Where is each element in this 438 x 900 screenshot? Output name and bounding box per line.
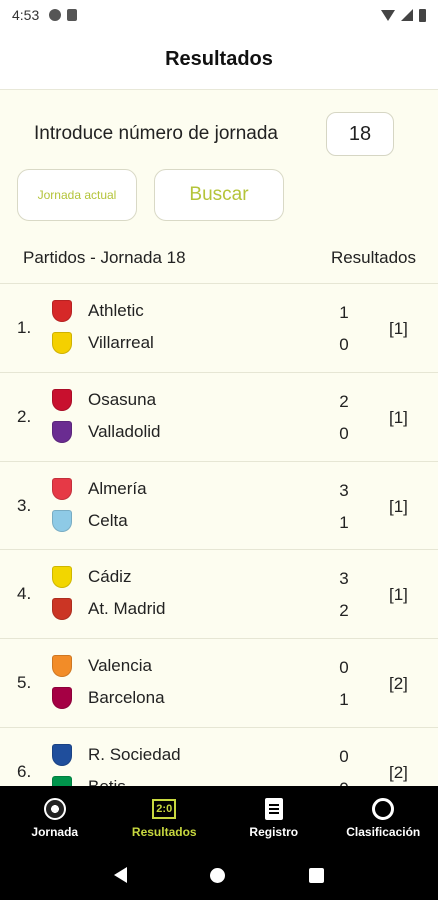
- away-team: Valladolid: [88, 421, 161, 441]
- team-crest-icon: [52, 743, 72, 766]
- match-row[interactable]: 4. Cádiz At. Madrid 3 2 [1]: [0, 550, 438, 640]
- status-bar: 4:53: [0, 0, 438, 30]
- signal-icon: [401, 9, 413, 21]
- away-score: 0: [339, 335, 349, 354]
- home-score: 0: [339, 658, 349, 678]
- current-jornada-button[interactable]: Jornada actual: [17, 169, 137, 221]
- match-result: [1]: [389, 585, 408, 605]
- match-row[interactable]: 3. Almería Celta 3 1 [1]: [0, 462, 438, 551]
- page-title: Resultados: [165, 48, 273, 70]
- match-row[interactable]: 1. Athletic Villarreal 1 0 [1]: [0, 284, 438, 373]
- recent-apps-icon[interactable]: [309, 867, 325, 883]
- team-crest-icon: [52, 420, 72, 443]
- away-team: Villarreal: [88, 333, 154, 352]
- league-logo-icon: [372, 797, 395, 820]
- match-index: 3.: [17, 495, 32, 515]
- team-crest-icon: [52, 509, 72, 532]
- back-icon[interactable]: [113, 867, 127, 883]
- away-score: 2: [339, 601, 349, 621]
- jornada-form: Introduce número de jornada: [34, 112, 394, 156]
- team-crest-icon: [52, 477, 72, 500]
- match-index: 1.: [17, 318, 32, 337]
- list-header: Partidos - Jornada 18 Resultados: [23, 248, 416, 268]
- nav-jornada-label: Jornada: [31, 824, 79, 839]
- search-button[interactable]: Buscar: [154, 169, 284, 221]
- jornada-label: Introduce número de jornada: [34, 123, 278, 144]
- team-crest-icon: [52, 566, 72, 589]
- team-crest-icon: [52, 332, 72, 354]
- match-index: 6.: [17, 761, 32, 781]
- soccer-ball-icon: [43, 797, 66, 820]
- away-score: 1: [339, 690, 349, 710]
- home-team: Cádiz: [88, 567, 132, 587]
- team-crest-icon: [52, 655, 72, 678]
- away-team: Barcelona: [88, 688, 165, 708]
- clipboard-icon: [264, 797, 283, 820]
- match-result: [1]: [389, 496, 408, 516]
- nav-jornada[interactable]: Jornada: [0, 786, 110, 850]
- nav-registro-label: Registro: [249, 824, 299, 839]
- match-index: 4.: [17, 584, 32, 604]
- away-team: Celta: [88, 510, 128, 530]
- nav-resultados-label: Resultados: [131, 824, 197, 839]
- home-team: Valencia: [88, 656, 152, 676]
- match-row[interactable]: 6. R. Sociedad Betis 0 0 [2]: [0, 728, 438, 786]
- match-row[interactable]: 5. Valencia Barcelona 0 1 [2]: [0, 639, 438, 728]
- match-result: [1]: [389, 407, 408, 427]
- match-result: [2]: [389, 762, 408, 782]
- home-score: 3: [339, 569, 349, 589]
- team-crest-icon: [52, 388, 72, 411]
- nav-clasificacion-label: Clasificación: [346, 824, 421, 839]
- team-crest-icon: [52, 775, 72, 786]
- wifi-icon: [381, 9, 395, 21]
- match-result: [2]: [389, 674, 408, 694]
- home-icon[interactable]: [210, 867, 226, 883]
- match-index: 2.: [17, 406, 32, 426]
- away-team: At. Madrid: [88, 599, 166, 619]
- away-score: 0: [339, 423, 349, 443]
- battery-icon: [419, 8, 426, 22]
- matches-heading: Partidos - Jornada 18: [23, 248, 186, 267]
- system-nav-bar: [0, 850, 438, 900]
- home-team: Athletic: [88, 301, 144, 320]
- home-team: Osasuna: [88, 389, 157, 409]
- match-result: [1]: [389, 319, 408, 338]
- status-time: 4:53: [12, 7, 40, 23]
- team-crest-icon: [52, 300, 72, 322]
- home-score: 2: [339, 391, 349, 411]
- home-score: 0: [339, 746, 349, 766]
- home-team: Almería: [88, 478, 147, 498]
- team-crest-icon: [52, 598, 72, 621]
- away-team: Betis: [88, 777, 126, 786]
- away-score: 1: [339, 512, 349, 532]
- notification-icon: [49, 9, 62, 21]
- away-score: 0: [338, 779, 350, 786]
- results-heading: Resultados: [330, 248, 416, 267]
- match-list[interactable]: 1. Athletic Villarreal 1 0 [1] 2. Osasun…: [0, 283, 438, 786]
- home-score: 3: [339, 480, 349, 500]
- match-row[interactable]: 2. Osasuna Valladolid 2 0 [1]: [0, 373, 438, 462]
- bottom-nav: Jornada 2:0 Resultados Registro Clasific…: [0, 786, 438, 850]
- nav-clasificacion[interactable]: Clasificación: [329, 786, 438, 850]
- match-index: 5.: [17, 673, 32, 693]
- scoreboard-icon: 2:0: [152, 798, 177, 819]
- app-bar: Resultados: [0, 30, 438, 90]
- sd-card-icon: [67, 9, 78, 21]
- team-crest-icon: [52, 687, 72, 710]
- home-team: R. Sociedad: [88, 744, 181, 764]
- home-score: 1: [339, 303, 349, 322]
- nav-resultados[interactable]: 2:0 Resultados: [110, 786, 220, 850]
- nav-registro[interactable]: Registro: [219, 786, 329, 850]
- jornada-input[interactable]: [326, 112, 394, 156]
